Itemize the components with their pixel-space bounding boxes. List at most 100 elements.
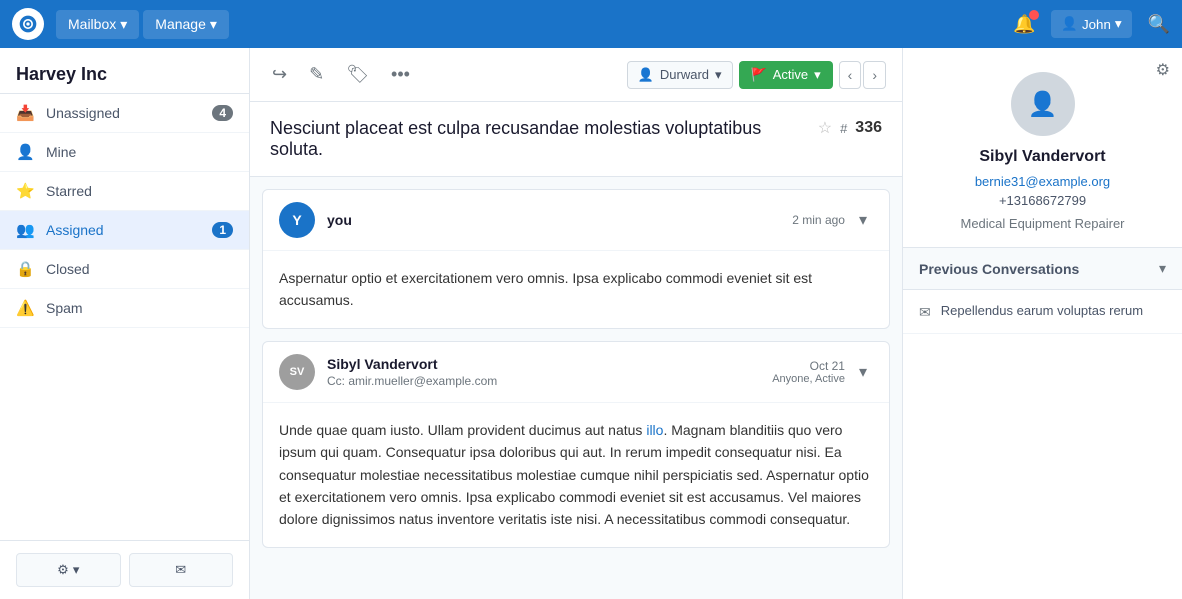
contact-email[interactable]: bernie31@example.org	[923, 174, 1162, 189]
conversation-content: Nesciunt placeat est culpa recusandae mo…	[250, 102, 902, 599]
prev-icon: ‹	[848, 67, 853, 83]
message-header: Y you 2 min ago ▾	[263, 190, 889, 251]
sidebar-footer: ⚙ ▾ ✉	[0, 540, 249, 599]
message-link[interactable]: illo	[646, 422, 663, 438]
message-meta: Oct 21 Anyone, Active ▾	[772, 359, 873, 385]
mailbox-chevron-icon: ▾	[120, 16, 127, 33]
star-btn[interactable]: ☆	[818, 118, 832, 138]
prev-conv-text: Repellendus earum voluptas rerum	[941, 302, 1143, 320]
sidebar-item-spam[interactable]: ⚠️ Spam	[0, 289, 249, 328]
message-expand-btn[interactable]: ▾	[853, 208, 873, 232]
top-navigation: Mailbox ▾ Manage ▾ 🔔 👤 John ▾ 🔍	[0, 0, 1182, 48]
previous-conversations-section: Previous Conversations ✉ Repellendus ear…	[903, 248, 1182, 334]
conversation-toolbar: ↪ ✎ 🏷 ••• 👤 Durward ▾ 🚩	[250, 48, 902, 102]
unassigned-count: 4	[212, 105, 233, 121]
edit-btn[interactable]: ✎	[303, 60, 330, 89]
manage-label: Manage	[155, 16, 206, 32]
sidebar-item-starred[interactable]: ⭐ Starred	[0, 172, 249, 211]
sidebar-item-closed[interactable]: 🔒 Closed	[0, 250, 249, 289]
app-logo	[12, 8, 44, 40]
message-sender-name: you	[327, 212, 792, 228]
message-header: SV Sibyl Vandervort Cc: amir.mueller@exa…	[263, 342, 889, 403]
message-item: Y you 2 min ago ▾ Aspernatur optio et ex…	[262, 189, 890, 329]
message-sender-name: Sibyl Vandervort	[327, 356, 772, 372]
settings-chevron-icon: ▾	[73, 562, 80, 578]
contact-avatar: 👤	[1011, 72, 1075, 136]
message-status: Anyone, Active	[772, 373, 845, 385]
sidebar-item-assigned[interactable]: 👥 Assigned 1	[0, 211, 249, 250]
hash-symbol: #	[840, 121, 847, 136]
assigned-count: 1	[212, 222, 233, 238]
message-time: 2 min ago	[792, 213, 845, 227]
prev-conv-chevron-icon	[1159, 260, 1166, 277]
forward-btn[interactable]: ↪	[266, 60, 293, 89]
sidebar-item-label: Starred	[46, 183, 233, 199]
contact-avatar-icon: 👤	[1028, 90, 1058, 119]
message-sender-info: Sibyl Vandervort Cc: amir.mueller@exampl…	[327, 356, 772, 388]
contact-phone: +13168672799	[923, 193, 1162, 208]
assigned-icon: 👥	[16, 221, 36, 239]
next-icon: ›	[872, 67, 877, 83]
assignee-chevron-icon: ▾	[715, 67, 722, 83]
prev-conv-btn[interactable]: ‹	[839, 61, 862, 89]
sidebar-item-unassigned[interactable]: 📥 Unassigned 4	[0, 94, 249, 133]
prev-conv-title: Previous Conversations	[919, 261, 1079, 277]
forward-icon: ↪	[272, 64, 287, 84]
settings-icon: ⚙	[57, 562, 69, 578]
message-meta: 2 min ago ▾	[792, 208, 873, 232]
prev-conv-header[interactable]: Previous Conversations	[903, 248, 1182, 290]
label-btn[interactable]: 🏷	[340, 60, 375, 89]
sidebar-item-label: Unassigned	[46, 105, 212, 121]
conversation-id: 336	[855, 119, 882, 137]
status-chevron-icon: ▾	[814, 67, 821, 83]
conversation-title: Nesciunt placeat est culpa recusandae mo…	[270, 118, 802, 160]
prev-conv-envelope-icon: ✉	[919, 304, 931, 321]
mailbox-nav-btn[interactable]: Mailbox ▾	[56, 10, 139, 39]
person-icon: 👤	[16, 143, 36, 161]
cc-email: amir.mueller@example.com	[348, 374, 497, 388]
compose-footer-btn[interactable]: ✉	[129, 553, 234, 587]
toolbar-left: ↪ ✎ 🏷 •••	[266, 60, 416, 89]
notification-btn[interactable]: 🔔	[1013, 14, 1035, 35]
search-btn[interactable]: 🔍	[1148, 14, 1170, 35]
star-icon: ⭐	[16, 182, 36, 200]
sidebar: Harvey Inc 📥 Unassigned 4 👤 Mine ⭐ Starr…	[0, 48, 250, 599]
sidebar-item-label: Spam	[46, 300, 233, 316]
conversation-header: Nesciunt placeat est culpa recusandae mo…	[250, 102, 902, 177]
sidebar-item-mine[interactable]: 👤 Mine	[0, 133, 249, 172]
message-item: SV Sibyl Vandervort Cc: amir.mueller@exa…	[262, 341, 890, 548]
manage-nav-btn[interactable]: Manage ▾	[143, 10, 229, 39]
sidebar-item-label: Closed	[46, 261, 233, 277]
message-avatar: SV	[279, 354, 315, 390]
lock-icon: 🔒	[16, 260, 36, 278]
sidebar-item-label: Assigned	[46, 222, 212, 238]
more-btn[interactable]: •••	[385, 60, 416, 89]
contact-role: Medical Equipment Repairer	[923, 216, 1162, 231]
contact-name: Sibyl Vandervort	[923, 148, 1162, 166]
more-icon: •••	[391, 64, 410, 84]
notification-badge	[1029, 10, 1039, 20]
star-icon: ☆	[818, 120, 832, 137]
settings-footer-btn[interactable]: ⚙ ▾	[16, 553, 121, 587]
toolbar-right: 👤 Durward ▾ 🚩 Active ▾ ‹ ›	[627, 61, 886, 89]
message-sender-info: you	[327, 212, 792, 228]
contact-section: 👤 Sibyl Vandervort bernie31@example.org …	[903, 48, 1182, 248]
content-area: ↪ ✎ 🏷 ••• 👤 Durward ▾ 🚩	[250, 48, 902, 599]
assignee-btn[interactable]: 👤 Durward ▾	[627, 61, 733, 89]
status-btn[interactable]: 🚩 Active ▾	[739, 61, 833, 89]
user-icon: 👤	[1061, 16, 1078, 32]
message-time: Oct 21	[772, 359, 845, 373]
contact-settings-btn[interactable]: ⚙	[1152, 56, 1174, 84]
message-body: Unde quae quam iusto. Ullam provident du…	[263, 403, 889, 547]
message-time-secondary: Oct 21 Anyone, Active	[772, 359, 845, 385]
user-menu-btn[interactable]: 👤 John ▾	[1051, 10, 1131, 38]
message-expand-btn[interactable]: ▾	[853, 360, 873, 384]
sidebar-item-label: Mine	[46, 144, 233, 160]
prev-conv-item[interactable]: ✉ Repellendus earum voluptas rerum	[903, 290, 1182, 334]
compose-icon: ✉	[175, 562, 186, 578]
status-label: Active	[773, 67, 808, 82]
mailbox-label: Mailbox	[68, 16, 116, 32]
next-conv-btn[interactable]: ›	[863, 61, 886, 89]
user-chevron-icon: ▾	[1115, 16, 1122, 32]
spam-icon: ⚠️	[16, 299, 36, 317]
